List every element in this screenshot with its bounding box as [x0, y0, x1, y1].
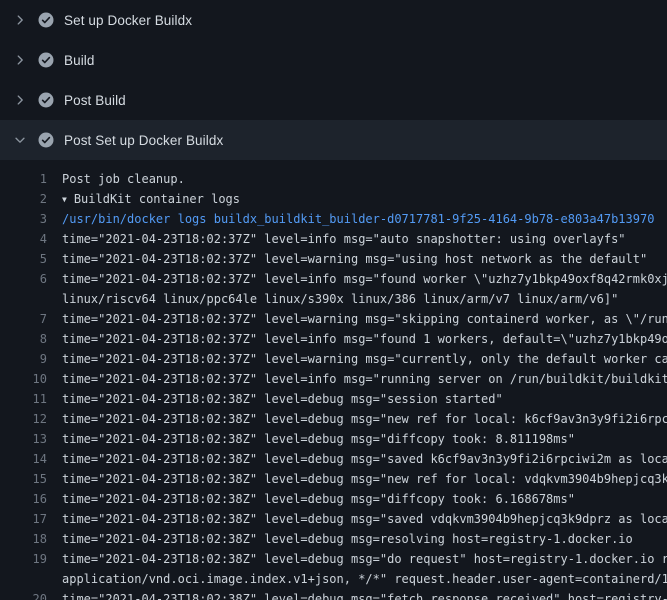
line-number[interactable]: 4: [0, 229, 47, 249]
line-number: [0, 289, 47, 309]
check-circle-icon: [38, 12, 54, 28]
line-number[interactable]: 18: [0, 529, 47, 549]
log-text: time="2021-04-23T18:02:38Z" level=debug …: [62, 429, 667, 449]
log-row: 20 time="2021-04-23T18:02:38Z" level=debu…: [0, 589, 667, 600]
step-header-set-up-docker-buildx[interactable]: Set up Docker Buildx: [0, 0, 667, 40]
log-row: 13 time="2021-04-23T18:02:38Z" level=debu…: [0, 429, 667, 449]
line-number[interactable]: 15: [0, 469, 47, 489]
log-text: time="2021-04-23T18:02:38Z" level=debug …: [62, 469, 667, 489]
log-text: time="2021-04-23T18:02:37Z" level=info m…: [62, 269, 667, 289]
log-row: 14 time="2021-04-23T18:02:38Z" level=debu…: [0, 449, 667, 469]
log-text: time="2021-04-23T18:02:37Z" level=warnin…: [62, 249, 667, 269]
log-row: 6 time="2021-04-23T18:02:37Z" level=info …: [0, 269, 667, 289]
step-label: Post Build: [64, 93, 126, 108]
line-number[interactable]: 13: [0, 429, 47, 449]
log-lines: 1 Post job cleanup. 2 ▼BuildKit container l…: [0, 160, 667, 600]
log-row: 1 Post job cleanup.: [0, 169, 667, 189]
step-header-post-set-up-docker-buildx[interactable]: Post Set up Docker Buildx: [0, 120, 667, 160]
log-text: time="2021-04-23T18:02:38Z" level=debug …: [62, 489, 667, 509]
log-row: application/vnd.oci.image.index.v1+json,…: [0, 569, 667, 589]
chevron-down-icon: [12, 132, 28, 148]
log-text: time="2021-04-23T18:02:38Z" level=debug …: [62, 449, 667, 469]
line-number: [0, 569, 47, 589]
log-text: application/vnd.oci.image.index.v1+json,…: [62, 569, 667, 589]
log-row: 17 time="2021-04-23T18:02:38Z" level=debu…: [0, 509, 667, 529]
log-text: time="2021-04-23T18:02:37Z" level=warnin…: [62, 309, 667, 329]
log-row: 9 time="2021-04-23T18:02:37Z" level=warni…: [0, 349, 667, 369]
step-label: Set up Docker Buildx: [64, 13, 192, 28]
log-row: 8 time="2021-04-23T18:02:37Z" level=info …: [0, 329, 667, 349]
line-number[interactable]: 17: [0, 509, 47, 529]
line-number[interactable]: 16: [0, 489, 47, 509]
log-row: 11 time="2021-04-23T18:02:38Z" level=debu…: [0, 389, 667, 409]
check-circle-icon: [38, 52, 54, 68]
line-number[interactable]: 12: [0, 409, 47, 429]
step-header-post-build[interactable]: Post Build: [0, 80, 667, 120]
log-text: time="2021-04-23T18:02:37Z" level=info m…: [62, 329, 667, 349]
log-text: linux/riscv64 linux/ppc64le linux/s390x …: [62, 289, 667, 309]
log-row: 3/usr/bin/docker logs buildx_buildkit_bu…: [0, 209, 667, 229]
log-text: time="2021-04-23T18:02:38Z" level=debug …: [62, 409, 667, 429]
chevron-right-icon: [12, 12, 28, 28]
log-text: time="2021-04-23T18:02:37Z" level=info m…: [62, 369, 667, 389]
line-number[interactable]: 5: [0, 249, 47, 269]
log-text: time="2021-04-23T18:02:37Z" level=info m…: [62, 229, 667, 249]
line-number[interactable]: 1: [0, 169, 47, 189]
log-row: 16 time="2021-04-23T18:02:38Z" level=debu…: [0, 489, 667, 509]
log-row: 5 time="2021-04-23T18:02:37Z" level=warni…: [0, 249, 667, 269]
log-row: 7 time="2021-04-23T18:02:37Z" level=warni…: [0, 309, 667, 329]
log-row: 4 time="2021-04-23T18:02:37Z" level=info …: [0, 229, 667, 249]
log-row: 19 time="2021-04-23T18:02:38Z" level=debu…: [0, 549, 667, 569]
check-circle-icon: [38, 92, 54, 108]
chevron-right-icon: [12, 92, 28, 108]
line-number[interactable]: 9: [0, 349, 47, 369]
log-text: time="2021-04-23T18:02:38Z" level=debug …: [62, 389, 667, 409]
step-label: Build: [64, 53, 95, 68]
log-row: 18 time="2021-04-23T18:02:38Z" level=debu…: [0, 529, 667, 549]
step-label: Post Set up Docker Buildx: [64, 133, 223, 148]
line-number[interactable]: 7: [0, 309, 47, 329]
line-number[interactable]: 6: [0, 269, 47, 289]
log-text: time="2021-04-23T18:02:38Z" level=debug …: [62, 549, 667, 569]
step-list: Set up Docker Buildx Build Post Build Post …: [0, 0, 667, 160]
log-text: time="2021-04-23T18:02:38Z" level=debug …: [62, 509, 667, 529]
line-number[interactable]: 2: [0, 189, 47, 209]
log-text: time="2021-04-23T18:02:37Z" level=warnin…: [62, 349, 667, 369]
log-row: 12 time="2021-04-23T18:02:38Z" level=debu…: [0, 409, 667, 429]
log-row: 10 time="2021-04-23T18:02:37Z" level=info…: [0, 369, 667, 389]
log-text: time="2021-04-23T18:02:38Z" level=debug …: [62, 529, 667, 549]
log-text: ▼BuildKit container logs: [62, 189, 667, 209]
line-number[interactable]: 3: [0, 209, 47, 229]
line-number[interactable]: 11: [0, 389, 47, 409]
line-number[interactable]: 20: [0, 589, 47, 600]
step-header-build[interactable]: Build: [0, 40, 667, 80]
log-row: linux/riscv64 linux/ppc64le linux/s390x …: [0, 289, 667, 309]
log-command-text: /usr/bin/docker logs buildx_buildkit_bui…: [62, 209, 667, 229]
log-text: Post job cleanup.: [62, 169, 667, 189]
chevron-right-icon: [12, 52, 28, 68]
line-number[interactable]: 19: [0, 549, 47, 569]
line-number[interactable]: 14: [0, 449, 47, 469]
line-number[interactable]: 10: [0, 369, 47, 389]
log-row: 15 time="2021-04-23T18:02:38Z" level=debu…: [0, 469, 667, 489]
group-expanded-icon: ▼: [62, 190, 67, 209]
check-circle-icon: [38, 132, 54, 148]
log-group-row[interactable]: 2 ▼BuildKit container logs: [0, 189, 667, 209]
log-text: time="2021-04-23T18:02:38Z" level=debug …: [62, 589, 667, 600]
line-number[interactable]: 8: [0, 329, 47, 349]
